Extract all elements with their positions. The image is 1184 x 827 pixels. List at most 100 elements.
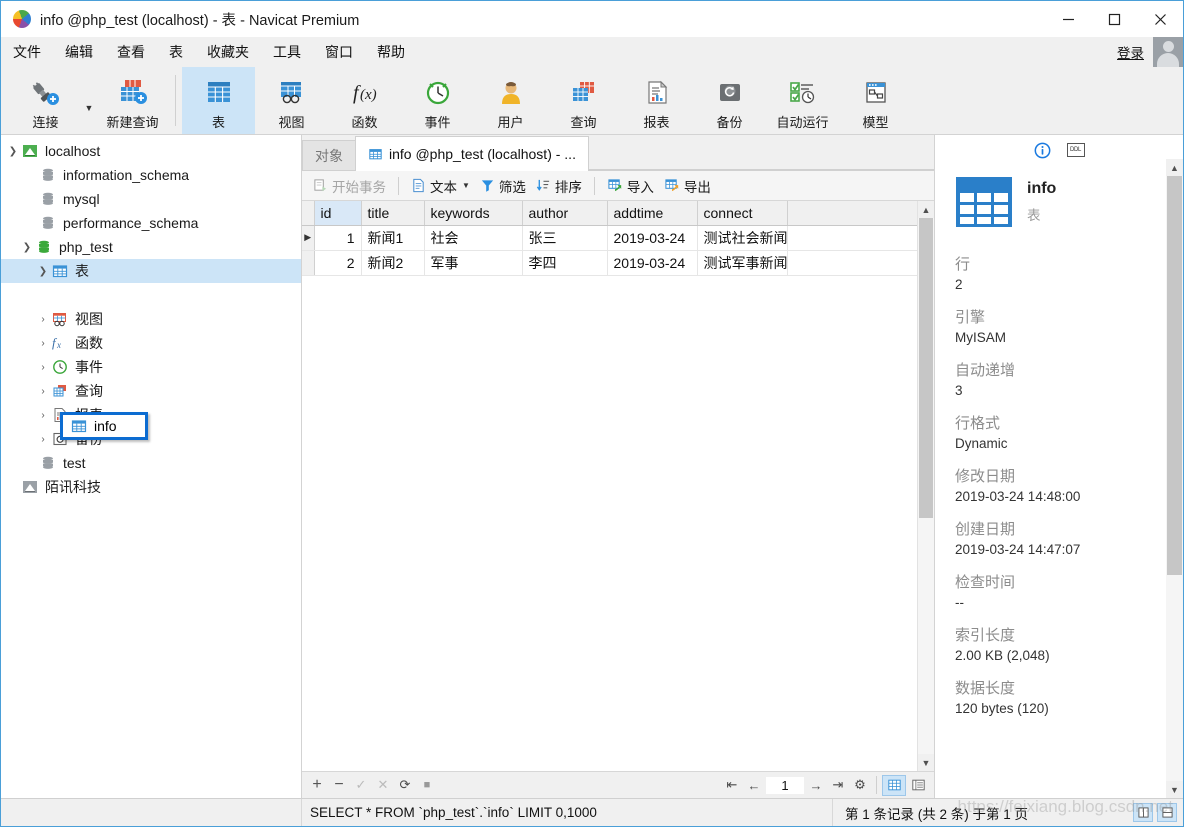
close-button[interactable] — [1137, 1, 1183, 37]
cell-author[interactable]: 张三 — [522, 225, 608, 251]
delete-record-button[interactable]: − — [328, 775, 350, 796]
chevron-down-icon[interactable]: ❯ — [19, 235, 35, 259]
cell-author[interactable]: 李四 — [522, 250, 608, 276]
split-view-horizontal-button[interactable] — [1133, 803, 1153, 822]
column-header-addtime[interactable]: addtime — [607, 201, 698, 226]
cell-addtime[interactable]: 2019-03-24 — [607, 250, 698, 276]
cell-addtime[interactable]: 2019-03-24 — [607, 225, 698, 251]
toolbar-function[interactable]: f (x) 函数 — [328, 67, 401, 134]
split-view-vertical-button[interactable] — [1157, 803, 1177, 822]
maximize-button[interactable] — [1091, 1, 1137, 37]
cell-connect[interactable]: 测试社会新闻 — [697, 225, 788, 251]
info-panel-scrollbar[interactable]: ▲ ▼ — [1166, 159, 1183, 798]
tree-node-test[interactable]: test — [1, 451, 301, 475]
info-scroll-thumb[interactable] — [1167, 176, 1182, 576]
next-page-button[interactable]: → — [805, 775, 827, 796]
tree-node-php-test[interactable]: ❯ php_test — [1, 235, 301, 259]
grid-scroll-track[interactable] — [918, 218, 934, 754]
column-header-title[interactable]: title — [361, 201, 425, 226]
tree-node-tables[interactable]: ❯ 表 — [1, 259, 301, 283]
import-button[interactable]: 导入 — [602, 174, 659, 198]
column-header-keywords[interactable]: keywords — [424, 201, 523, 226]
stop-button[interactable]: ■ — [416, 775, 438, 796]
info-circle-icon[interactable] — [1034, 142, 1051, 159]
form-view-button[interactable] — [906, 775, 930, 796]
tree-node-information-schema[interactable]: information_schema — [1, 163, 301, 187]
begin-transaction-button[interactable]: 开始事务 — [308, 174, 391, 198]
tree-node-backups[interactable]: › 备份 — [1, 427, 301, 451]
tree-node-views[interactable]: › 视图 — [1, 307, 301, 331]
info-scroll-track[interactable] — [1166, 176, 1183, 781]
chevron-right-icon[interactable]: › — [35, 379, 51, 403]
data-grid[interactable]: id title keywords author addtime connect — [302, 201, 917, 771]
tree-node-reports[interactable]: › 报表 — [1, 403, 301, 427]
chevron-right-icon[interactable]: › — [35, 331, 51, 355]
sort-button[interactable]: 排序 — [531, 174, 587, 198]
cell-keywords[interactable]: 军事 — [424, 250, 523, 276]
tab-object[interactable]: 对象 — [302, 140, 356, 170]
scroll-up-arrow-icon[interactable]: ▲ — [918, 201, 934, 218]
first-page-button[interactable]: ⇤ — [721, 775, 743, 796]
chevron-down-icon[interactable]: ▼ — [462, 181, 470, 190]
grid-vertical-scrollbar[interactable]: ▲ ▼ — [917, 201, 934, 771]
tree-node-mysql[interactable]: mysql — [1, 187, 301, 211]
toolbar-view[interactable]: 视图 — [255, 67, 328, 134]
cell-keywords[interactable]: 社会 — [424, 225, 523, 251]
export-button[interactable]: 导出 — [659, 174, 716, 198]
toolbar-report[interactable]: 报表 — [620, 67, 693, 134]
add-record-button[interactable]: + — [306, 775, 328, 796]
tree-node-localhost[interactable]: ❯ localhost — [1, 139, 301, 163]
chevron-right-icon[interactable]: › — [35, 427, 51, 451]
login-link[interactable]: 登录 — [1117, 42, 1144, 62]
column-header-author[interactable]: author — [522, 201, 608, 226]
toolbar-user[interactable]: 用户 — [474, 67, 547, 134]
tree-node-queries[interactable]: › 查询 — [1, 379, 301, 403]
table-row[interactable]: ▶ 1 新闻1 社会 张三 2019-03-24 测试社会新闻 — [302, 225, 917, 251]
ddl-button[interactable]: DDL — [1066, 143, 1085, 157]
chevron-right-icon[interactable]: › — [35, 307, 51, 331]
column-header-id[interactable]: id — [314, 201, 362, 226]
menu-tools[interactable]: 工具 — [261, 38, 313, 66]
menu-view[interactable]: 查看 — [105, 38, 157, 66]
toolbar-model[interactable]: 模型 — [839, 67, 912, 134]
menu-help[interactable]: 帮助 — [365, 38, 417, 66]
column-header-connect[interactable]: connect — [697, 201, 788, 226]
scroll-up-arrow-icon[interactable]: ▲ — [1166, 159, 1183, 176]
object-tree-sidebar[interactable]: ❯ localhost information_schema mysql per… — [1, 135, 302, 798]
tree-node-functions[interactable]: › fx 函数 — [1, 331, 301, 355]
tree-node-moxun[interactable]: 陌讯科技 — [1, 475, 301, 499]
menu-file[interactable]: 文件 — [1, 38, 53, 66]
refresh-button[interactable]: ⟳ — [394, 775, 416, 796]
cell-id[interactable]: 2 — [314, 250, 362, 276]
menu-table[interactable]: 表 — [157, 38, 195, 66]
toolbar-new-query[interactable]: 新建查询 — [96, 67, 169, 134]
cell-title[interactable]: 新闻1 — [361, 225, 425, 251]
tab-info-table[interactable]: info @php_test (localhost) - ... — [355, 136, 589, 171]
grid-scroll-thumb[interactable] — [919, 218, 933, 519]
minimize-button[interactable] — [1045, 1, 1091, 37]
text-button[interactable]: 文本 ▼ — [406, 174, 475, 198]
chevron-right-icon[interactable]: › — [35, 403, 51, 427]
cell-id[interactable]: 1 — [314, 225, 362, 251]
toolbar-connection[interactable]: 连接 — [9, 67, 82, 134]
cell-title[interactable]: 新闻2 — [361, 250, 425, 276]
scroll-down-arrow-icon[interactable]: ▼ — [1166, 781, 1183, 798]
cancel-edit-button[interactable]: ✕ — [372, 775, 394, 796]
chevron-down-icon[interactable]: ❯ — [5, 139, 21, 163]
info-node-highlight-box[interactable]: info — [60, 412, 148, 440]
grid-view-button[interactable] — [882, 774, 906, 796]
cell-connect[interactable]: 测试军事新闻 — [697, 250, 788, 276]
prev-page-button[interactable]: ← — [743, 775, 765, 796]
toolbar-backup[interactable]: 备份 — [693, 67, 766, 134]
toolbar-automation[interactable]: 自动运行 — [766, 67, 839, 134]
menu-edit[interactable]: 编辑 — [53, 38, 105, 66]
toolbar-query[interactable]: 查询 — [547, 67, 620, 134]
filter-button[interactable]: 筛选 — [475, 174, 531, 198]
menu-favorites[interactable]: 收藏夹 — [195, 38, 261, 66]
toolbar-table[interactable]: 表 — [182, 67, 255, 134]
last-page-button[interactable]: ⇥ — [827, 775, 849, 796]
scroll-down-arrow-icon[interactable]: ▼ — [918, 754, 934, 771]
confirm-edit-button[interactable]: ✓ — [350, 775, 372, 796]
tree-node-performance-schema[interactable]: performance_schema — [1, 211, 301, 235]
chevron-down-icon[interactable]: ❯ — [35, 259, 51, 283]
